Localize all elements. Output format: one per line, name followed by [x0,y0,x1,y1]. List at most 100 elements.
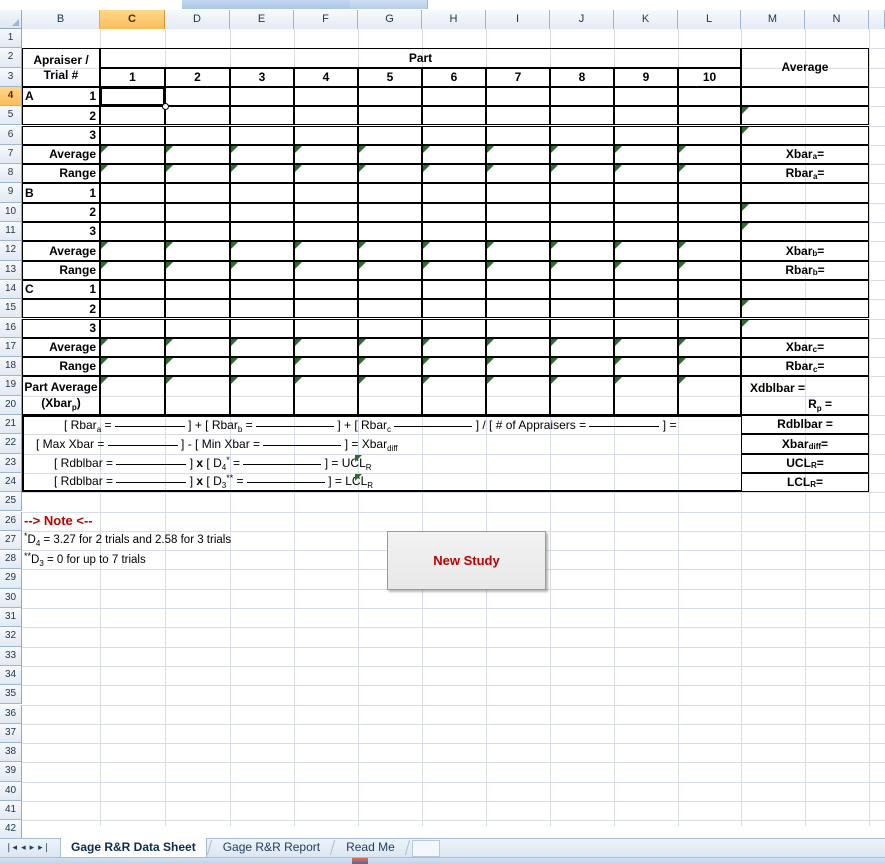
appraiser-average-cell[interactable] [358,241,422,261]
column-header-b[interactable]: B [22,10,100,29]
measurement-cell[interactable] [614,86,678,107]
measurement-cell[interactable] [165,202,230,222]
measurement-cell[interactable] [165,222,230,242]
row-header-12[interactable]: 12 [0,241,22,261]
measurement-cell[interactable] [358,222,422,242]
appraiser-range-cell[interactable] [230,164,294,184]
appraiser-trial-row-A-2[interactable]: 2 [22,106,100,126]
measurement-cell[interactable] [678,279,741,300]
measurement-cell[interactable] [678,125,741,145]
measurement-cell[interactable] [486,202,550,222]
measurement-cell[interactable] [230,279,294,300]
measurement-cell[interactable] [422,318,486,338]
row-average-cell[interactable] [741,125,869,145]
insert-worksheet-button[interactable] [412,840,440,857]
measurement-cell[interactable] [550,279,614,300]
row-header-30[interactable]: 30 [0,588,22,608]
appraiser-average-cell[interactable] [422,144,486,165]
next-sheet-icon[interactable]: ▸ [30,843,35,852]
measurement-cell[interactable] [422,86,486,107]
part-average-cell[interactable] [100,376,165,415]
appraiser-average-cell[interactable] [165,337,230,358]
measurement-cell[interactable] [614,299,678,319]
measurement-cell[interactable] [614,222,678,242]
row-average-cell[interactable] [741,202,869,222]
appraiser-trial-row-C-3[interactable]: 3 [22,318,100,338]
measurement-cell[interactable] [422,299,486,319]
row-header-18[interactable]: 18 [0,357,22,377]
column-header-i[interactable]: I [486,10,550,29]
measurement-cell[interactable] [550,299,614,319]
row-header-31[interactable]: 31 [0,608,22,628]
row-average-cell[interactable] [741,86,869,107]
row-header-9[interactable]: 9 [0,183,22,203]
first-sheet-icon[interactable]: ❘◂ [5,843,17,852]
measurement-cell[interactable] [550,318,614,338]
appraiser-average-cell[interactable] [230,241,294,261]
measurement-cell[interactable] [550,86,614,107]
measurement-cell[interactable] [422,125,486,145]
measurement-cell[interactable] [678,202,741,222]
measurement-cell[interactable] [358,125,422,145]
part-average-cell[interactable] [230,376,294,415]
row-average-cell[interactable] [741,183,869,203]
row-header-37[interactable]: 37 [0,723,22,744]
measurement-cell[interactable] [165,86,230,107]
appraiser-trial-row-C-1[interactable]: C1 [22,279,100,300]
appraiser-average-cell[interactable] [486,337,550,358]
row-header-1[interactable]: 1 [0,29,22,49]
appraiser-average-cell[interactable] [550,337,614,358]
appraiser-range-cell[interactable] [486,260,550,280]
measurement-cell[interactable] [422,222,486,242]
worksheet-grid[interactable]: Apraiser / Trial # Part 1 2 3 4 5 6 7 8 9 10 Average A… [22,29,885,826]
row-header-38[interactable]: 38 [0,743,22,763]
measurement-cell[interactable] [100,106,165,126]
appraiser-range-cell[interactable] [678,357,741,377]
lclr-formula[interactable]: [ Rdblbar = ] x [ D3** = ] = LCLR [22,472,741,493]
row-header-13[interactable]: 13 [0,260,22,280]
appraiser-range-cell[interactable] [614,357,678,377]
measurement-cell[interactable] [165,279,230,300]
column-header-k[interactable]: K [614,10,678,29]
row-header-24[interactable]: 24 [0,472,22,493]
row-header-25[interactable]: 25 [0,492,22,512]
column-header-f[interactable]: F [294,10,358,29]
appraiser-trial-row-B-2[interactable]: 2 [22,202,100,222]
appraiser-range-cell[interactable] [165,357,230,377]
row-header-11[interactable]: 11 [0,222,22,242]
row-header-29[interactable]: 29 [0,569,22,589]
row-header-6[interactable]: 6 [0,125,22,145]
appraiser-range-cell[interactable] [165,260,230,280]
row-header-16[interactable]: 16 [0,318,22,338]
row-header-42[interactable]: 42 [0,820,22,840]
appraiser-average-cell[interactable] [550,144,614,165]
measurement-cell[interactable] [100,279,165,300]
measurement-cell[interactable] [294,222,358,242]
measurement-cell[interactable] [230,125,294,145]
appraiser-range-cell[interactable] [358,260,422,280]
appraiser-average-cell[interactable] [230,144,294,165]
measurement-cell[interactable] [100,299,165,319]
measurement-cell[interactable] [486,222,550,242]
measurement-cell[interactable] [100,183,165,203]
row-average-cell[interactable] [741,279,869,300]
measurement-cell[interactable] [614,318,678,338]
row-header-27[interactable]: 27 [0,530,22,551]
row-average-cell[interactable] [741,222,869,242]
measurement-cell[interactable] [678,318,741,338]
measurement-cell[interactable] [358,318,422,338]
measurement-cell[interactable] [294,202,358,222]
appraiser-average-cell[interactable] [165,144,230,165]
appraiser-range-cell[interactable] [230,357,294,377]
measurement-cell[interactable] [358,86,422,107]
appraiser-average-cell[interactable] [100,144,165,165]
column-header-m[interactable]: M [741,10,805,29]
row-average-cell[interactable] [741,318,869,338]
sheet-nav-buttons[interactable]: ❘◂ ◂ ▸ ▸❘ [2,840,61,855]
part-average-cell[interactable] [294,376,358,415]
appraiser-average-cell[interactable] [358,337,422,358]
column-header-partial[interactable] [869,10,885,29]
measurement-cell[interactable] [678,106,741,126]
appraiser-average-cell[interactable] [100,337,165,358]
appraiser-range-cell[interactable] [422,357,486,377]
